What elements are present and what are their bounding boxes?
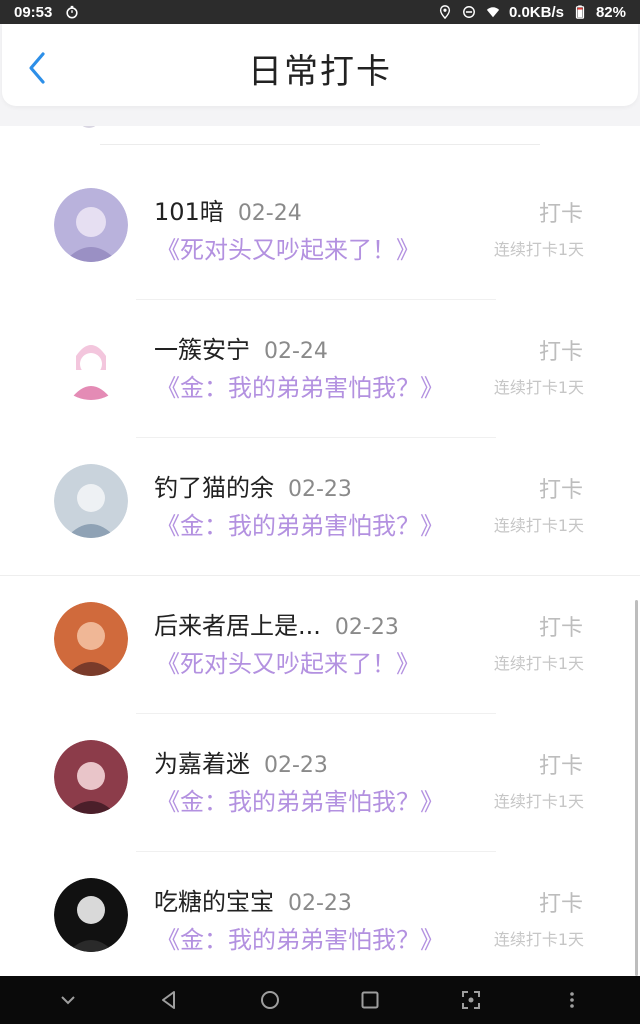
checkin-label: 打卡 xyxy=(538,340,583,365)
streak-label: 连续打卡1天 xyxy=(493,240,584,259)
user-name[interactable]: 吃糖的宝宝 02-23 xyxy=(154,882,352,917)
book-title-link[interactable]: 《金：我的弟弟害怕我？》 xyxy=(156,368,444,403)
list-item[interactable]: 吃糖的宝宝 02-23 《金：我的弟弟害怕我？》 打卡 连续打卡1天 xyxy=(0,852,640,976)
navigation-bar xyxy=(0,976,640,1024)
home-circle-icon xyxy=(261,991,279,1009)
checkin-date: 02-24 xyxy=(264,339,328,364)
avatar[interactable] xyxy=(54,878,128,952)
streak-label: 连续打卡1天 xyxy=(493,654,584,673)
avatar[interactable] xyxy=(54,602,128,676)
book-title-link[interactable]: 《金：我的弟弟害怕我？》 xyxy=(156,506,444,541)
status-bar: 09:53 0.0KB/s 82% xyxy=(0,0,640,24)
screenshot-button[interactable] xyxy=(457,986,485,1014)
checkin-label: 打卡 xyxy=(538,892,583,917)
chevron-down-icon xyxy=(61,996,75,1005)
back-triangle-icon xyxy=(162,991,175,1009)
hide-nav-button[interactable] xyxy=(54,986,82,1014)
book-title-link[interactable]: 《金：我的弟弟害怕我？》 xyxy=(156,782,444,817)
home-nav-button[interactable] xyxy=(256,986,284,1014)
checkin-label: 打卡 xyxy=(538,478,583,503)
checkin-date: 02-24 xyxy=(237,201,302,226)
page-title: 日常打卡 xyxy=(248,52,392,92)
partial-avatar xyxy=(78,126,100,128)
more-dots-icon xyxy=(570,992,574,1008)
location-icon xyxy=(437,4,453,20)
user-name[interactable]: 为嘉着迷 02-23 xyxy=(154,744,328,779)
list-item[interactable]: 为嘉着迷 02-23 《金：我的弟弟害怕我？》 打卡 连续打卡1天 xyxy=(0,714,640,852)
recents-nav-button[interactable] xyxy=(356,986,384,1014)
more-nav-button[interactable] xyxy=(558,986,586,1014)
back-nav-button[interactable] xyxy=(155,986,183,1014)
avatar[interactable] xyxy=(54,326,128,400)
streak-label: 连续打卡1天 xyxy=(493,378,584,397)
wifi-icon xyxy=(485,4,501,20)
list-item[interactable]: 101暗 02-24 《死对头又吵起来了！》 打卡 连续打卡1天 xyxy=(0,162,640,300)
header-area: 日常打卡 xyxy=(0,24,640,126)
network-speed: 0.0KB/s xyxy=(508,3,564,21)
checkin-date: 02-23 xyxy=(264,753,328,778)
do-not-disturb-icon xyxy=(461,4,477,20)
avatar[interactable] xyxy=(54,188,128,262)
checkin-label: 打卡 xyxy=(538,754,583,779)
checkin-date: 02-23 xyxy=(288,477,352,502)
streak-label: 连续打卡1天 xyxy=(493,930,584,949)
battery-icon xyxy=(572,4,588,20)
checkin-label: 打卡 xyxy=(538,616,583,641)
status-time: 09:53 xyxy=(14,3,53,21)
header-bar: 日常打卡 xyxy=(2,24,638,106)
book-title-link[interactable]: 《死对头又吵起来了！》 xyxy=(156,230,420,265)
list-item[interactable]: 钓了猫的余 02-23 《金：我的弟弟害怕我？》 打卡 连续打卡1天 xyxy=(0,438,640,576)
list-item[interactable]: 后来者居上是... 02-23 《死对头又吵起来了！》 打卡 连续打卡1天 xyxy=(0,576,640,714)
avatar[interactable] xyxy=(54,464,128,538)
streak-label: 连续打卡1天 xyxy=(493,792,584,811)
streak-label: 连续打卡1天 xyxy=(493,516,584,535)
battery-percentage: 82% xyxy=(595,3,626,21)
list-item[interactable]: 一簇安宁 02-24 《金：我的弟弟害怕我？》 打卡 连续打卡1天 xyxy=(0,300,640,438)
scrollbar[interactable] xyxy=(635,600,638,976)
user-name[interactable]: 101暗 02-24 xyxy=(154,192,302,227)
user-name[interactable]: 钓了猫的余 02-23 xyxy=(154,468,352,503)
user-name[interactable]: 一簇安宁 02-24 xyxy=(154,330,328,365)
screenshot-icon xyxy=(462,991,480,1009)
avatar[interactable] xyxy=(54,740,128,814)
checkin-list[interactable]: 101暗 02-24 《死对头又吵起来了！》 打卡 连续打卡1天 一簇安宁 02-2… xyxy=(0,126,640,976)
book-title-link[interactable]: 《死对头又吵起来了！》 xyxy=(156,644,420,679)
user-name[interactable]: 后来者居上是... 02-23 xyxy=(154,606,399,641)
checkin-label: 打卡 xyxy=(538,202,583,227)
divider xyxy=(100,144,540,145)
recents-square-icon xyxy=(361,991,379,1009)
book-title-link[interactable]: 《金：我的弟弟害怕我？》 xyxy=(156,920,444,955)
checkin-date: 02-23 xyxy=(334,615,399,640)
checkin-date: 02-23 xyxy=(288,891,352,916)
stopwatch-icon xyxy=(64,4,80,20)
